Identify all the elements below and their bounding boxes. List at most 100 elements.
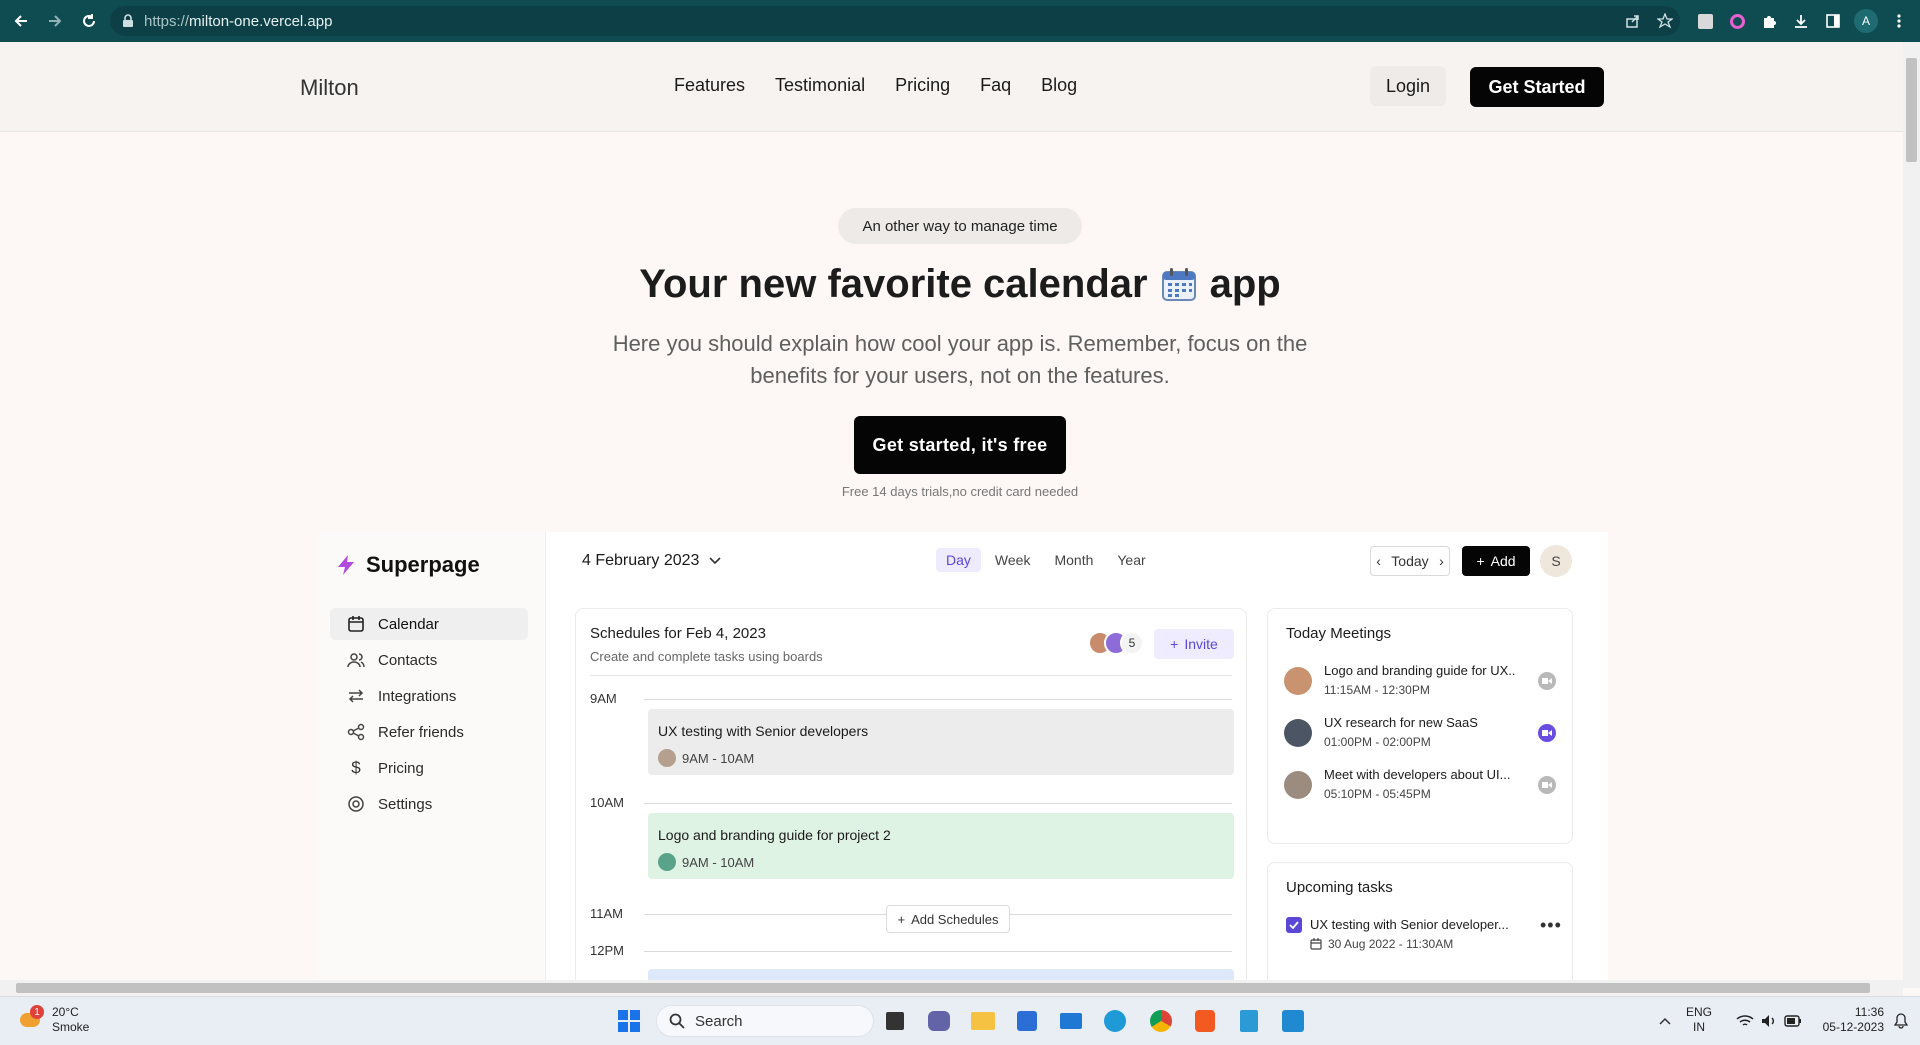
nav-testimonial[interactable]: Testimonial	[775, 75, 865, 96]
add-schedules-label: Add Schedules	[911, 911, 999, 927]
app-brand[interactable]: Superpage	[334, 552, 480, 578]
sidebar-item-settings[interactable]: Settings	[330, 788, 528, 820]
event-title: UX testing with Senior developers	[658, 723, 869, 739]
sidebar-item-calendar[interactable]: Calendar	[330, 608, 528, 640]
chrome-icon[interactable]	[1146, 1006, 1176, 1036]
video-icon[interactable]	[1538, 724, 1556, 742]
sidebar-item-label: Calendar	[378, 615, 439, 633]
nav-pricing[interactable]: Pricing	[895, 75, 950, 96]
user-avatar[interactable]: S	[1540, 545, 1572, 577]
chevron-left-icon[interactable]: ‹	[1376, 553, 1381, 569]
store-icon[interactable]	[1012, 1006, 1042, 1036]
scrollbar-thumb[interactable]	[1906, 58, 1917, 162]
side-panel-icon[interactable]	[1820, 8, 1846, 34]
url-text: https://milton-one.vercel.app	[144, 12, 333, 30]
brave-icon[interactable]	[1190, 1006, 1220, 1036]
lock-icon	[123, 14, 133, 27]
file-explorer-icon[interactable]	[968, 1006, 998, 1036]
plus-icon: +	[1170, 636, 1179, 652]
notifications-icon[interactable]	[1886, 1006, 1916, 1036]
cta-button[interactable]: Get started, it's free	[854, 416, 1066, 474]
sidebar-item-label: Pricing	[378, 759, 424, 777]
mail-icon[interactable]	[1056, 1006, 1086, 1036]
nav-features[interactable]: Features	[674, 75, 745, 96]
add-button-label: Add	[1490, 553, 1516, 569]
share-icon[interactable]	[1620, 8, 1646, 34]
site-header: Milton Features Testimonial Pricing Faq …	[0, 42, 1903, 132]
meeting-item[interactable]: Logo and branding guide for UX.. 11:15AM…	[1284, 659, 1568, 703]
task-view-icon[interactable]	[880, 1006, 910, 1036]
notepad-icon[interactable]	[1234, 1006, 1264, 1036]
sidebar-item-refer-friends[interactable]: Refer friends	[330, 716, 528, 748]
download-icon[interactable]	[1788, 8, 1814, 34]
vertical-scrollbar[interactable]	[1903, 42, 1920, 988]
task-checkbox[interactable]	[1286, 917, 1302, 933]
back-icon[interactable]	[8, 8, 34, 34]
meeting-item[interactable]: Meet with developers about UI... 05:10PM…	[1284, 763, 1568, 807]
invite-button[interactable]: + Invite	[1154, 629, 1234, 659]
today-button[interactable]: Today	[1391, 553, 1428, 569]
puzzle-icon[interactable]	[1756, 8, 1782, 34]
clock[interactable]: 11:36 05-12-2023	[1814, 1005, 1884, 1035]
weather-widget[interactable]: 1 20°C Smoke	[18, 1005, 89, 1035]
get-started-button[interactable]: Get Started	[1470, 67, 1604, 107]
tab-week[interactable]: Week	[985, 548, 1041, 572]
nav-blog[interactable]: Blog	[1041, 75, 1077, 96]
sidebar-item-contacts[interactable]: Contacts	[330, 644, 528, 676]
teams-chat-icon[interactable]	[924, 1006, 954, 1036]
event-ux-testing[interactable]: UX testing with Senior developers 9AM - …	[648, 709, 1234, 775]
avatar	[658, 853, 676, 871]
color-extension-icon[interactable]	[1724, 8, 1750, 34]
sidebar-item-integrations[interactable]: Integrations	[330, 680, 528, 712]
time-line	[644, 803, 1232, 804]
reload-icon[interactable]	[76, 8, 102, 34]
browser-menu-icon[interactable]	[1886, 8, 1912, 34]
address-bar[interactable]: https://milton-one.vercel.app	[110, 6, 1680, 36]
sidebar-item-pricing[interactable]: $ Pricing	[330, 752, 528, 784]
schedule-subtitle: Create and complete tasks using boards	[590, 649, 823, 664]
more-icon[interactable]: •••	[1540, 915, 1562, 936]
scrollbar-thumb[interactable]	[16, 983, 1870, 993]
event-partial[interactable]	[648, 969, 1234, 980]
meeting-item[interactable]: UX research for new SaaS 01:00PM - 02:00…	[1284, 711, 1568, 755]
avatar	[1284, 667, 1312, 695]
add-schedules-button[interactable]: + Add Schedules	[886, 905, 1010, 933]
language-indicator[interactable]: ENG IN	[1686, 1005, 1712, 1035]
weather-desc: Smoke	[52, 1020, 90, 1034]
extension-square-icon[interactable]	[1692, 8, 1718, 34]
chevron-up-icon[interactable]	[1650, 1006, 1680, 1036]
date-picker[interactable]: 4 February 2023	[582, 552, 721, 570]
video-icon[interactable]	[1538, 776, 1556, 794]
share-nodes-icon	[346, 722, 366, 742]
event-logo-branding[interactable]: Logo and branding guide for project 2 9A…	[648, 813, 1234, 879]
horizontal-scrollbar[interactable]	[0, 980, 1903, 996]
tab-year[interactable]: Year	[1107, 548, 1155, 572]
battery-icon[interactable]	[1778, 1006, 1808, 1036]
tab-day[interactable]: Day	[936, 548, 981, 572]
tab-month[interactable]: Month	[1044, 548, 1103, 572]
add-button[interactable]: + Add	[1462, 546, 1530, 576]
nav-faq[interactable]: Faq	[980, 75, 1011, 96]
profile-avatar[interactable]: A	[1854, 9, 1878, 33]
weather-icon: 1	[18, 1005, 44, 1033]
windows-start-icon[interactable]	[614, 1006, 644, 1036]
forward-icon[interactable]	[42, 8, 68, 34]
video-icon[interactable]	[1538, 672, 1556, 690]
meeting-title: UX research for new SaaS	[1324, 715, 1478, 730]
task-title[interactable]: UX testing with Senior developer...	[1310, 917, 1509, 932]
calendar-icon	[346, 614, 366, 634]
taskbar-search[interactable]: Search	[656, 1005, 874, 1037]
bookmark-star-icon[interactable]	[1652, 8, 1678, 34]
event-time-text: 9AM - 10AM	[682, 854, 755, 870]
site-logo[interactable]: Milton	[300, 75, 359, 101]
divider	[590, 675, 1232, 676]
sidebar-item-label: Refer friends	[378, 723, 464, 741]
app-sidebar: Superpage Calendar Contacts Integrations…	[316, 532, 546, 980]
edge-icon[interactable]	[1100, 1006, 1130, 1036]
vscode-icon[interactable]	[1278, 1006, 1308, 1036]
calendar-emoji-icon	[1160, 266, 1198, 304]
login-button[interactable]: Login	[1370, 66, 1446, 106]
clock-date: 05-12-2023	[1822, 1020, 1884, 1034]
chevron-right-icon[interactable]: ›	[1439, 553, 1444, 569]
participants-avatars[interactable]: 5	[1088, 631, 1144, 655]
